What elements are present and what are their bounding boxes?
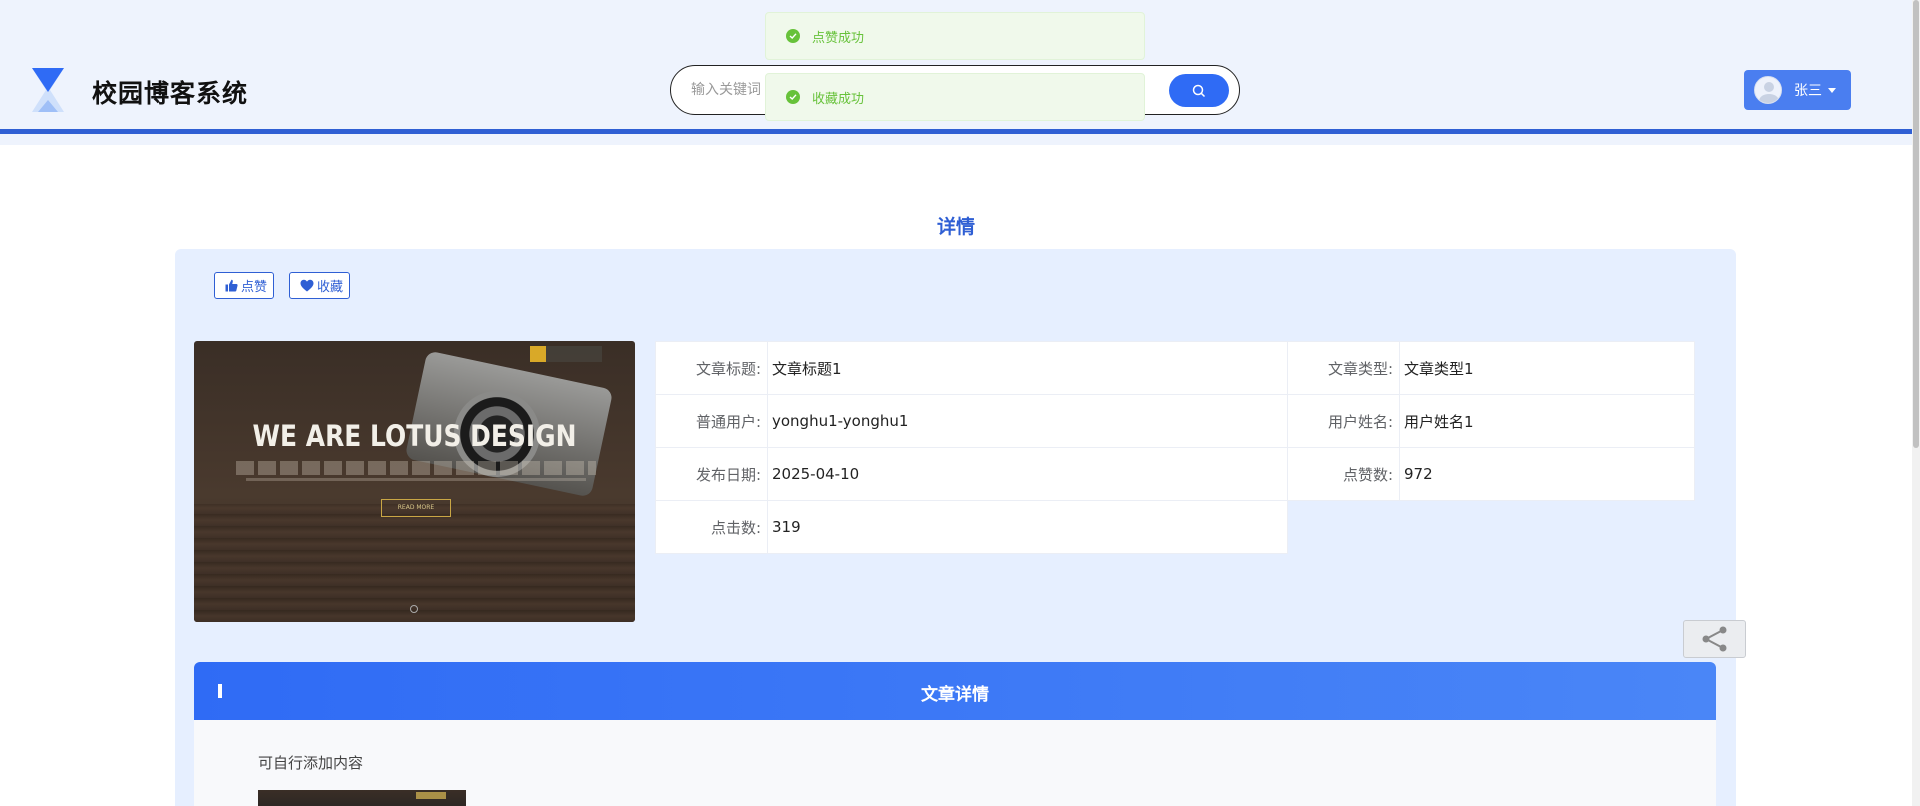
article-detail-title: 文章详情: [921, 685, 989, 705]
table-row: 普通用户: yonghu1-yonghu1 用户姓名: 用户姓名1: [655, 394, 1695, 448]
info-value: yonghu1-yonghu1: [767, 394, 1288, 448]
info-label: 文章类型:: [1287, 341, 1400, 395]
toast-text: 点赞成功: [812, 30, 865, 46]
search-button[interactable]: [1169, 74, 1229, 107]
like-button-label: 点赞: [241, 280, 268, 295]
table-row: 点击数: 319: [655, 500, 1695, 554]
success-check-icon: [786, 90, 800, 104]
share-button[interactable]: [1683, 620, 1746, 658]
search-icon: [1192, 84, 1206, 97]
header-divider: [0, 129, 1912, 134]
info-value: 用户姓名1: [1399, 394, 1695, 448]
heart-icon: [300, 279, 314, 292]
article-detail-header: 文章详情: [194, 662, 1716, 720]
user-menu-button[interactable]: 张三: [1744, 70, 1851, 110]
info-label: 用户姓名:: [1287, 394, 1400, 448]
chevron-down-icon: [1828, 87, 1836, 93]
article-content-image: [258, 790, 466, 806]
info-value: 972: [1399, 447, 1695, 501]
hourglass-logo-icon: [32, 68, 64, 112]
info-label: 发布日期:: [655, 447, 768, 501]
toast-like-success: 点赞成功: [765, 12, 1145, 60]
info-label: 文章标题:: [655, 341, 768, 395]
info-label: 点赞数:: [1287, 447, 1400, 501]
site-title: 校园博客系统: [92, 79, 249, 108]
toast-text: 收藏成功: [812, 91, 865, 107]
like-button[interactable]: 点赞: [214, 272, 275, 299]
table-row: 文章标题: 文章标题1 文章类型: 文章类型1: [655, 341, 1695, 395]
user-name: 张三: [1794, 83, 1822, 99]
toast-favorite-success: 收藏成功: [765, 73, 1145, 121]
thumbs-up-icon: [225, 279, 238, 292]
cover-headline: WE ARE LOTUS DESIGN: [252, 419, 577, 453]
info-value: 文章标题1: [767, 341, 1288, 395]
page-title: 详情: [936, 216, 975, 238]
cover-button-text: READ MORE: [381, 499, 451, 517]
scrollbar[interactable]: [1912, 0, 1920, 806]
article-detail-body: 可自行添加内容: [194, 720, 1716, 806]
scrollbar-thumb[interactable]: [1913, 0, 1919, 448]
info-value: 2025-04-10: [767, 447, 1288, 501]
article-content-text: 可自行添加内容: [258, 754, 364, 772]
favorite-button-label: 收藏: [317, 280, 344, 295]
avatar: [1754, 76, 1782, 104]
favorite-button[interactable]: 收藏: [289, 272, 351, 299]
share-icon: [1702, 626, 1726, 652]
success-check-icon: [786, 29, 800, 43]
info-value: 319: [767, 500, 1288, 554]
article-cover-image: WE ARE LOTUS DESIGN READ MORE: [194, 341, 635, 622]
info-label: 普通用户:: [655, 394, 768, 448]
table-row: 发布日期: 2025-04-10 点赞数: 972: [655, 447, 1695, 501]
info-label: 点击数:: [655, 500, 768, 554]
article-info-table: 文章标题: 文章标题1 文章类型: 文章类型1 普通用户: yonghu1-yo…: [655, 341, 1695, 554]
info-value: 文章类型1: [1399, 341, 1695, 395]
